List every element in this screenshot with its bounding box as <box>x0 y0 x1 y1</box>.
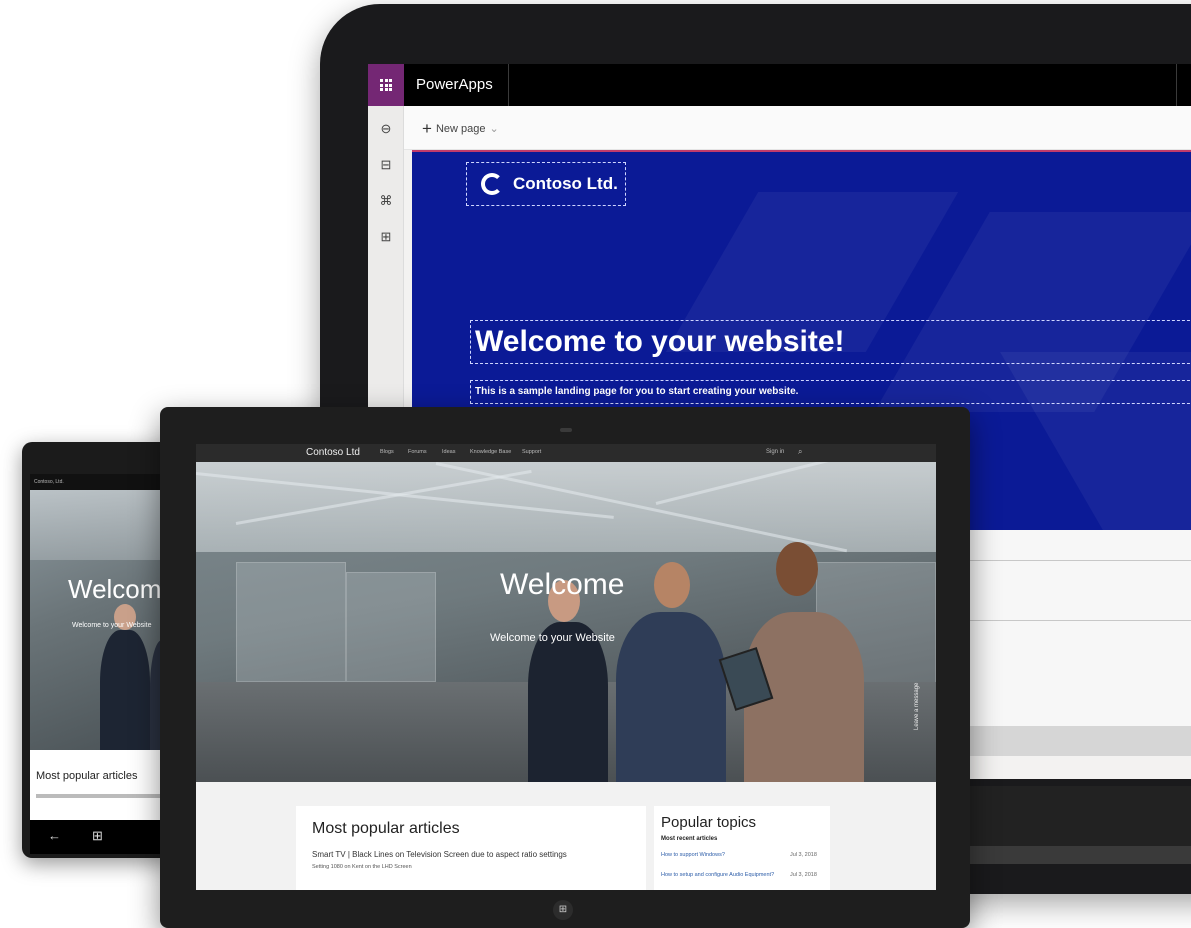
hero-subtext-component[interactable]: This is a sample landing page for you to… <box>470 380 1191 404</box>
person-man-center <box>616 612 726 782</box>
popular-articles-title: Most popular articles <box>312 820 460 837</box>
popular-articles-card: Most popular articles Smart TV | Black L… <box>296 806 646 890</box>
building-window <box>346 572 436 682</box>
phone-site-name: Contoso, Ltd. <box>34 479 64 485</box>
nav-link-blogs[interactable]: Blogs <box>380 449 394 455</box>
new-page-label: New page <box>435 123 486 135</box>
header-divider-right <box>1176 64 1177 106</box>
phone-section-title: Most popular articles <box>36 770 138 782</box>
waffle-icon <box>380 79 392 91</box>
nav-link-ideas[interactable]: Ideas <box>442 449 455 455</box>
article-link[interactable]: Smart TV | Black Lines on Television Scr… <box>312 850 567 859</box>
tablet-site-name[interactable]: Contoso Ltd <box>306 447 360 458</box>
topic-date: Jul 3, 2018 <box>790 872 817 878</box>
nav-link-knowledge-base[interactable]: Knowledge Base <box>470 449 511 455</box>
popular-topics-title: Popular topics <box>661 814 757 831</box>
pages-icon[interactable]: ⊖ <box>377 120 395 138</box>
site-logo-component[interactable]: Contoso Ltd. <box>466 162 626 206</box>
header-divider <box>508 64 509 106</box>
tablet-site-header: Contoso Ltd Blogs Forums Ideas Knowledge… <box>196 444 936 462</box>
hero-heading-component[interactable]: Welcome to your website! <box>470 320 1191 364</box>
recent-articles-subtitle: Most recent articles <box>661 836 718 842</box>
back-icon[interactable]: ← <box>48 828 61 843</box>
person-woman <box>528 622 608 782</box>
person-man-right-head <box>776 542 818 596</box>
person-man-center-head <box>654 562 690 608</box>
phone-nav-bar: ← ⊞ <box>30 820 170 854</box>
phone-roof-glass <box>30 490 170 560</box>
app-title: PowerApps <box>416 76 493 93</box>
sign-in-link[interactable]: Sign in <box>766 449 784 455</box>
phone-person <box>100 630 150 750</box>
hero-pattern-shape <box>1000 352 1191 530</box>
topic-link[interactable]: How to setup and configure Audio Equipme… <box>661 872 781 878</box>
windows-home-button[interactable]: ⊞ <box>553 900 573 920</box>
topic-date: Jul 3, 2018 <box>790 852 817 858</box>
new-page-button[interactable]: + New page ⌄ <box>422 119 499 139</box>
article-link[interactable]: Setting 1080 on Kent on the LHD Screen <box>312 864 412 870</box>
command-bar: + New page ⌄ <box>404 106 1191 150</box>
phone-site-preview: Contoso, Ltd. Welcome Welcome to your We… <box>30 474 170 824</box>
chevron-down-icon: ⌄ <box>489 123 499 135</box>
contoso-logo-icon <box>481 173 503 195</box>
tablet-camera <box>560 428 572 432</box>
templates-icon[interactable]: ⊞ <box>377 228 395 246</box>
leave-message-tab[interactable]: Leave a message <box>914 683 920 730</box>
building-window <box>236 562 346 682</box>
app-launcher-button[interactable] <box>368 64 404 106</box>
phone-welcome-sub: Welcome to your Website <box>72 622 152 629</box>
phone-article-line <box>36 794 166 798</box>
tablet-content-area: Most popular articles Smart TV | Black L… <box>196 782 936 890</box>
phone-welcome-heading: Welcome <box>68 574 170 604</box>
app-header: PowerApps <box>368 64 1191 106</box>
tablet-site-preview: Contoso Ltd Blogs Forums Ideas Knowledge… <box>196 444 936 890</box>
windows-icon[interactable]: ⊞ <box>92 828 103 844</box>
phone-hero-photo: Welcome Welcome to your Website <box>30 490 170 750</box>
popular-topics-card: Popular topics Most recent articles How … <box>654 806 830 890</box>
site-logo-text: Contoso Ltd. <box>513 174 618 193</box>
plus-icon: + <box>422 119 432 138</box>
components-icon[interactable]: ⊟ <box>377 156 395 174</box>
search-icon[interactable]: ⌕ <box>798 447 802 457</box>
themes-icon[interactable]: ⌘ <box>377 192 395 210</box>
marketing-devices-scene: PowerApps ⊖ ⊟ ⌘ ⊞ + New page ⌄ Contoso Ltd… <box>0 0 1191 928</box>
tablet-welcome-sub: Welcome to your Website <box>490 632 615 644</box>
tablet-hero-photo: Welcome Welcome to your Website Leave a … <box>196 462 936 782</box>
tablet-welcome-heading: Welcome <box>500 568 625 601</box>
glass-roof <box>196 462 936 552</box>
topic-link[interactable]: How to support Windows? <box>661 852 781 858</box>
nav-link-forums[interactable]: Forums <box>408 449 427 455</box>
phone-site-header: Contoso, Ltd. <box>30 474 170 490</box>
nav-link-support[interactable]: Support <box>522 449 541 455</box>
